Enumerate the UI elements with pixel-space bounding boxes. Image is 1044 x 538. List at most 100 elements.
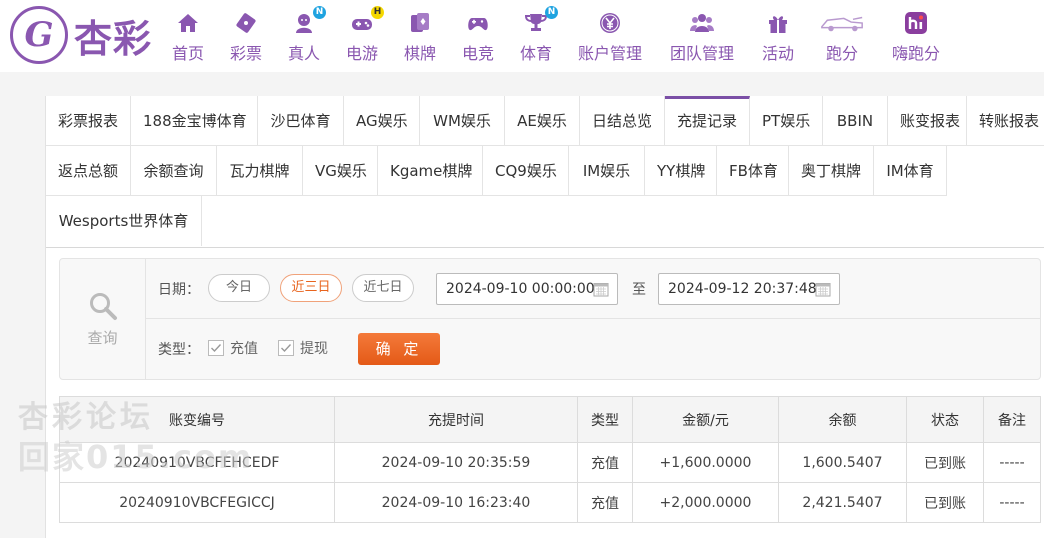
tab-kgame-chess[interactable]: Kgame棋牌	[378, 146, 483, 196]
col-header-status: 状态	[906, 396, 984, 443]
checkbox-box[interactable]	[278, 340, 294, 356]
tab-account-change-report[interactable]: 账变报表	[888, 96, 967, 146]
brand-logo[interactable]: G 杏彩	[10, 6, 152, 64]
tab-fb-sports[interactable]: FB体育	[717, 146, 789, 196]
cell-time: 2024-09-10 20:35:59	[334, 442, 578, 483]
gift-icon	[764, 10, 792, 36]
tab-yy-chess[interactable]: YY棋牌	[645, 146, 717, 196]
table-header-row: 账变编号 充提时间 类型 金额/元 余额 状态 备注	[59, 396, 1041, 443]
lottery-ticket-icon	[232, 10, 260, 36]
query-form: 查询 日期： 今日 近三日 近七日 2024-09-10 00:00:00 至 …	[59, 258, 1041, 380]
nav-hi-run-points[interactable]: 嗨跑分	[890, 10, 942, 64]
nav-run-points[interactable]: 跑分	[816, 10, 868, 64]
nav-label: 团队管理	[669, 44, 734, 63]
home-icon	[174, 10, 202, 36]
col-header-type: 类型	[577, 396, 633, 443]
end-date-value: 2024-09-12 20:37:48	[668, 281, 817, 297]
tab-ae[interactable]: AE娱乐	[505, 96, 580, 146]
tab-wali-chess[interactable]: 瓦力棋牌	[217, 146, 303, 196]
report-tabs: 彩票报表 188金宝博体育 沙巴体育 AG娱乐 WM娱乐 AE娱乐 日结总览 充…	[46, 96, 1044, 248]
tab-vg[interactable]: VG娱乐	[303, 146, 378, 196]
nav-account-management[interactable]: 账户管理	[576, 10, 644, 64]
report-panel: 彩票报表 188金宝博体育 沙巴体育 AG娱乐 WM娱乐 AE娱乐 日结总览 充…	[45, 96, 1044, 538]
nav-label: 棋牌	[403, 44, 436, 63]
logo-text: 杏彩	[74, 16, 153, 61]
type-deposit-checkbox[interactable]: 充值	[208, 338, 258, 358]
nav-activities[interactable]: 活动	[760, 10, 796, 64]
cell-status: 已到账	[906, 442, 984, 483]
tab-odin-chess[interactable]: 奥丁棋牌	[789, 146, 874, 196]
nav-team-management[interactable]: 团队管理	[668, 10, 736, 64]
col-header-balance: 余额	[778, 396, 907, 443]
cell-balance: 2,421.5407	[778, 482, 907, 523]
logo-emblem: G	[10, 6, 68, 64]
tab-ag[interactable]: AG娱乐	[344, 96, 420, 146]
confirm-button[interactable]: 确 定	[358, 333, 440, 365]
live-dealer-icon: N	[290, 6, 326, 36]
col-header-id: 账变编号	[59, 396, 335, 443]
date-row: 日期： 今日 近三日 近七日 2024-09-10 00:00:00 至 202…	[146, 259, 1040, 319]
nav-chess-cards[interactable]: 棋牌	[402, 10, 438, 64]
cell-time: 2024-09-10 16:23:40	[334, 482, 578, 523]
nav-label: 彩票	[229, 44, 262, 63]
tab-daily-overview[interactable]: 日结总览	[580, 96, 665, 146]
new-badge: N	[313, 6, 326, 19]
calendar-icon[interactable]	[593, 281, 609, 297]
tab-transfer-report[interactable]: 转账报表	[967, 96, 1044, 146]
hot-badge: H	[371, 6, 384, 19]
search-icon	[89, 292, 117, 320]
checkbox-box[interactable]	[208, 340, 224, 356]
tab-pt[interactable]: PT娱乐	[750, 96, 823, 146]
nav-home[interactable]: 首页	[170, 10, 206, 64]
range-seven-days-button[interactable]: 近七日	[352, 274, 414, 302]
trophy-icon: N	[522, 6, 558, 36]
col-header-time: 充提时间	[334, 396, 578, 443]
tab-cq9[interactable]: CQ9娱乐	[483, 146, 569, 196]
type-deposit-label: 充值	[230, 341, 258, 357]
top-header: G 杏彩 首页 彩票 N 真人 H 电游 棋牌 电竞 N 体育 账户管理 团队管…	[0, 0, 1044, 72]
tab-lottery-report[interactable]: 彩票报表	[46, 96, 131, 146]
nav-lottery[interactable]: 彩票	[228, 10, 264, 64]
tab-balance-query[interactable]: 余额查询	[131, 146, 217, 196]
end-date-input[interactable]: 2024-09-12 20:37:48	[658, 273, 840, 305]
start-date-value: 2024-09-10 00:00:00	[446, 281, 595, 297]
nav-label: 电游	[345, 44, 378, 63]
tab-saba-sports[interactable]: 沙巴体育	[258, 96, 344, 146]
cards-icon	[406, 10, 434, 36]
type-withdraw-checkbox[interactable]: 提现	[278, 338, 328, 358]
cell-remark: -----	[983, 442, 1041, 483]
check-icon	[211, 344, 222, 353]
nav-live[interactable]: N 真人	[286, 6, 326, 64]
range-today-button[interactable]: 今日	[208, 274, 270, 302]
to-label: 至	[632, 282, 646, 298]
nav-label: 账户管理	[577, 44, 642, 63]
race-car-icon	[817, 10, 867, 36]
nav-egames[interactable]: H 电游	[344, 6, 384, 64]
cell-amount: +1,600.0000	[632, 442, 779, 483]
start-date-input[interactable]: 2024-09-10 00:00:00	[436, 273, 618, 305]
tab-rebate-total[interactable]: 返点总额	[46, 146, 131, 196]
calendar-icon[interactable]	[815, 281, 831, 297]
yen-coin-icon	[596, 10, 624, 36]
cell-remark: -----	[983, 482, 1041, 523]
tab-188-sports[interactable]: 188金宝博体育	[131, 96, 258, 146]
nav-sports[interactable]: N 体育	[518, 6, 558, 64]
range-three-days-button[interactable]: 近三日	[280, 274, 342, 302]
nav-label: 首页	[171, 44, 204, 63]
tab-wm[interactable]: WM娱乐	[420, 96, 505, 146]
tab-bbin[interactable]: BBIN	[823, 96, 888, 146]
type-withdraw-label: 提现	[300, 341, 328, 357]
cell-type: 充值	[577, 442, 633, 483]
table-row: 20240910VBCFEGICCJ 2024-09-10 16:23:40 充…	[59, 482, 1041, 523]
nav-esports[interactable]: 电竞	[460, 10, 496, 64]
nav-label: 嗨跑分	[891, 44, 940, 63]
tab-im-sports[interactable]: IM体育	[874, 146, 947, 196]
nav-label: 真人	[287, 44, 320, 63]
tab-deposit-withdraw-records[interactable]: 充提记录	[665, 96, 750, 146]
date-label: 日期：	[158, 282, 200, 298]
type-row: 类型： 充值 提现 确 定	[146, 319, 1040, 379]
tab-wesports[interactable]: Wesports世界体育	[46, 196, 202, 246]
query-side: 查询	[60, 259, 146, 379]
cell-amount: +2,000.0000	[632, 482, 779, 523]
tab-im-entertainment[interactable]: IM娱乐	[569, 146, 645, 196]
